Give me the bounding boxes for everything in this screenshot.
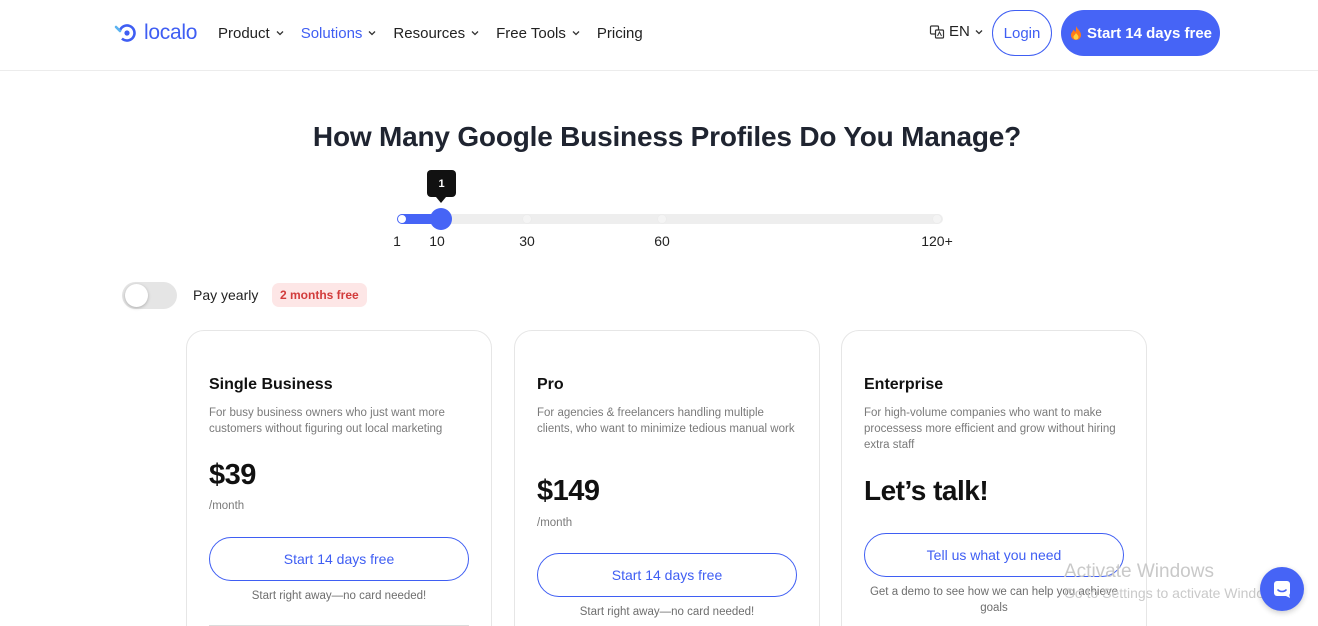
slider-track[interactable] [398,214,943,224]
menu-item-product[interactable]: Product [218,25,285,42]
menu-item-label: Solutions [300,24,363,42]
logo-text: localo [144,21,198,44]
start-trial-label: Start 14 days free [1086,24,1213,42]
translate-icon [929,24,945,39]
plan-description: For busy business owners who just want m… [209,407,445,435]
plan-period: /month [537,517,573,529]
slider-tick-label: 120+ [921,233,953,249]
plan-price: Let’s talk! [864,475,989,506]
menu-item-free-tools[interactable]: Free Tools [496,25,581,42]
plan-start-button[interactable]: Start 14 days free [209,537,469,581]
plan-period: /month [209,500,245,512]
pay-yearly-label: Pay yearly [193,287,259,303]
slider-tick-label: 30 [519,233,535,249]
discount-badge: 2 months free [272,283,367,307]
slider-stop-60[interactable] [657,214,667,224]
plan-price: $39 [209,459,256,491]
chat-icon [1274,581,1290,598]
menu-item-label: Free Tools [496,24,566,42]
menu-item-label: Resources [393,24,466,42]
language-label: EN [949,23,970,40]
slider-tick-label: 60 [654,233,670,249]
chat-launcher-button[interactable] [1260,567,1304,611]
localo-logo-icon [114,24,136,42]
chevron-down-icon [975,29,983,34]
menu-item-solutions[interactable]: Solutions [301,25,378,42]
page-heading: How Many Google Business Profiles Do You… [312,121,1022,152]
menu-item-pricing[interactable]: Pricing [597,25,643,42]
slider-tick-label: 1 [393,233,401,249]
language-selector[interactable]: EN [929,23,984,40]
plan-title: Single Business [209,376,333,393]
start-trial-button[interactable]: Start 14 days free [1061,10,1220,56]
chevron-down-icon [368,31,376,36]
menu-item-label: Product [218,24,270,42]
login-button[interactable]: Login [992,10,1052,56]
slider-stop-120[interactable] [932,214,942,224]
toggle-knob [125,284,148,307]
slider-value-tooltip: 1 [427,170,456,203]
slider-handle[interactable] [430,208,452,230]
logo[interactable]: localo [114,20,197,46]
plan-description: For agencies & freelancers handling mult… [537,407,795,435]
plan-note: Start right away—no card needed! [251,590,427,602]
plan-card-pro: Pro For agencies & freelancers handling … [514,330,820,626]
plan-note: Start right away—no card needed! [579,606,755,618]
top-navigation: localo Product Solutions Resources Free … [0,0,1318,71]
plan-description: For high-volume companies who want to ma… [864,407,1116,451]
main-menu: Product Solutions Resources Free Tools P… [218,23,659,43]
menu-item-label: Pricing [596,24,643,42]
plan-price: $149 [537,475,600,507]
fire-icon [1070,26,1081,40]
slider-stop-30[interactable] [522,214,532,224]
chevron-down-icon [276,31,284,36]
activate-windows-title: Activate Windows [1064,561,1214,582]
slider-stop-1[interactable] [397,214,407,224]
menu-item-resources[interactable]: Resources [393,25,480,42]
activate-windows-subtitle: Go to Settings to activate Windows. [1064,585,1285,601]
pay-yearly-toggle[interactable] [122,282,177,309]
chevron-down-icon [471,31,479,36]
chevron-down-icon [572,31,580,36]
plan-title: Pro [537,376,564,393]
plan-start-button[interactable]: Start 14 days free [537,553,797,597]
plan-card-single-business: Single Business For busy business owners… [186,330,492,626]
slider-tick-label: 10 [429,233,445,249]
plan-title: Enterprise [864,376,944,393]
profiles-slider[interactable]: 1 1 10 30 60 120+ [393,168,963,249]
